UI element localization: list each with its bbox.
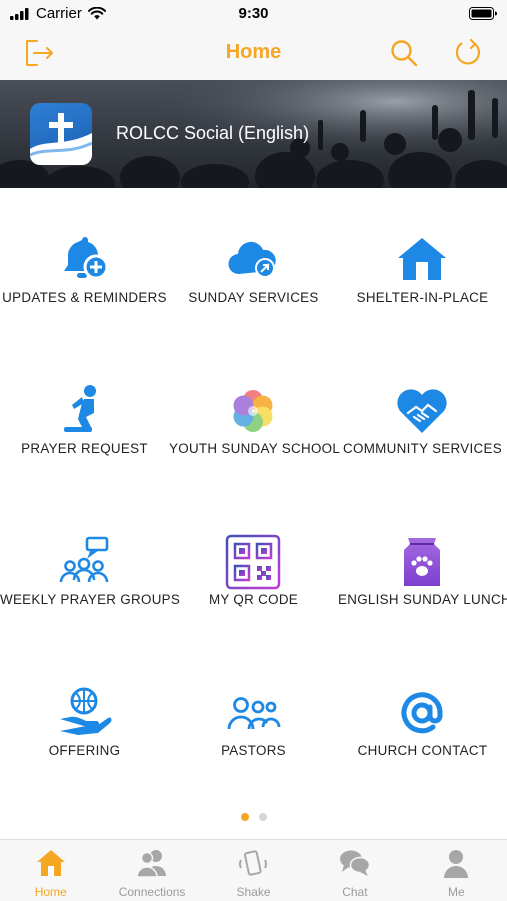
tile-community-services[interactable]: COMMUNITY SERVICES <box>338 339 507 490</box>
tile-my-qr-code[interactable]: MY QR CODE <box>169 490 338 641</box>
bell-plus-icon <box>56 232 112 288</box>
house-icon <box>394 232 450 288</box>
tile-shelter-in-place[interactable]: SHELTER-IN-PLACE <box>338 188 507 339</box>
battery-icon <box>469 7 497 25</box>
tile-label: SUNDAY SERVICES <box>188 290 319 305</box>
tile-offering[interactable]: OFFERING <box>0 641 169 792</box>
tile-label: MY QR CODE <box>208 592 299 607</box>
group-chat-icon <box>56 534 112 590</box>
shake-phone-icon <box>203 848 304 880</box>
page-indicator[interactable] <box>0 813 507 821</box>
tab-me[interactable]: Me <box>406 840 507 901</box>
tile-church-contact[interactable]: CHURCH CONTACT <box>338 641 507 792</box>
tile-weekly-prayer-groups[interactable]: WEEKLY PRAYER GROUPS <box>0 490 181 641</box>
people-icon <box>225 685 281 741</box>
food-bag-icon <box>394 534 450 590</box>
tile-label: UPDATES & REMINDERS <box>2 290 167 305</box>
qr-code-icon <box>225 534 281 590</box>
church-name: ROLCC Social (English) <box>116 123 310 143</box>
tile-sunday-services[interactable]: SUNDAY SERVICES <box>169 188 338 339</box>
tile-label: PRAYER REQUEST <box>21 441 148 456</box>
tile-label: CHURCH CONTACT <box>357 743 488 758</box>
tile-prayer-request[interactable]: PRAYER REQUEST <box>0 339 169 490</box>
search-button[interactable] <box>387 36 421 70</box>
tab-label: Chat <box>342 885 368 899</box>
refresh-button[interactable] <box>451 36 485 70</box>
kneeling-person-icon <box>56 383 112 439</box>
tile-updates-reminders[interactable]: UPDATES & REMINDERS <box>0 188 169 339</box>
tile-label: WEEKLY PRAYER GROUPS <box>0 592 181 607</box>
tile-label: OFFERING <box>48 743 121 758</box>
clock: 9:30 <box>238 5 269 22</box>
tile-label: YOUTH SUNDAY SCHOOL <box>169 441 341 456</box>
chat-bubbles-icon <box>304 848 405 880</box>
tab-label: Shake <box>236 885 271 899</box>
tab-label: Home <box>34 885 67 899</box>
tile-youth-sunday-school[interactable]: YOUTH SUNDAY SCHOOL <box>169 339 341 490</box>
church-banner: ROLCC Social (English) <box>0 80 507 188</box>
navigation-bar: Home <box>0 28 507 80</box>
tab-home[interactable]: Home <box>0 840 101 901</box>
tile-label: SHELTER-IN-PLACE <box>356 290 489 305</box>
tab-label: Me <box>447 885 465 899</box>
tile-english-sunday-lunch[interactable]: ENGLISH SUNDAY LUNCH <box>338 490 507 641</box>
search-icon <box>391 40 418 67</box>
home-icon <box>0 848 101 880</box>
page-title: Home <box>225 41 282 63</box>
tab-connections[interactable]: Connections <box>101 840 202 901</box>
tab-shake[interactable]: Shake <box>203 840 304 901</box>
church-logo <box>30 103 92 165</box>
person-icon <box>406 848 507 880</box>
heart-handshake-icon <box>394 383 450 439</box>
page-dot-1[interactable] <box>240 813 249 821</box>
status-bar: Carrier 9:30 <box>0 0 507 28</box>
at-sign-icon <box>394 685 450 741</box>
tile-label: ENGLISH SUNDAY LUNCH <box>338 592 507 607</box>
refresh-icon <box>455 38 480 65</box>
tab-label: Connections <box>118 885 186 899</box>
tile-label: PASTORS <box>221 743 286 758</box>
connections-icon <box>101 848 202 880</box>
tab-bar: Home Connections Shake Chat Me <box>0 839 507 901</box>
color-flower-icon <box>225 383 281 439</box>
page-dot-2[interactable] <box>258 813 267 821</box>
cloud-live-icon <box>225 232 281 288</box>
tile-pastors[interactable]: PASTORS <box>169 641 338 792</box>
tab-chat[interactable]: Chat <box>304 840 405 901</box>
tile-label: COMMUNITY SERVICES <box>343 441 502 456</box>
globe-hand-icon <box>56 685 112 741</box>
